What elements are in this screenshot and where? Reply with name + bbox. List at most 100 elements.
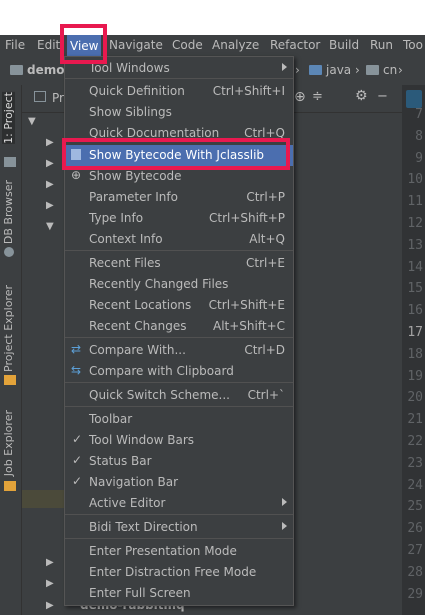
tab-db-browser[interactable]: DB Browser <box>2 180 15 244</box>
menu-item-quick-definition[interactable]: Quick Definition Ctrl+Shift+I <box>65 81 293 102</box>
menu-item-status-bar[interactable]: ✓ Status Bar <box>65 451 293 472</box>
breadcrumb-project[interactable]: demo <box>10 63 64 77</box>
menu-run[interactable]: Run <box>370 38 393 52</box>
menu-item-compare-with-clipboard[interactable]: ⇆ Compare with Clipboard <box>65 361 293 382</box>
tab-project[interactable]: 1: Project <box>2 92 15 144</box>
menu-item-label: Enter Distraction Free Mode <box>89 565 257 579</box>
tree-collapse-icon[interactable]: ▶ <box>46 200 54 211</box>
menu-item-label: Quick Definition <box>89 84 185 98</box>
menu-item-show-siblings[interactable]: Show Siblings <box>65 102 293 123</box>
line-number: 28 <box>407 564 423 580</box>
chevron-right-icon: › <box>355 63 360 77</box>
menu-item-label: Tool Window Bars <box>89 433 195 447</box>
folder-icon <box>366 65 379 75</box>
tree-expand-icon[interactable]: ▼ <box>46 221 54 232</box>
job-explorer-icon <box>4 481 16 491</box>
database-icon <box>4 247 14 257</box>
tree-expand-icon[interactable]: ▼ <box>28 116 36 127</box>
menu-item-shortcut: Ctrl+` <box>247 388 285 402</box>
minimize-icon[interactable]: − <box>377 89 388 104</box>
menu-item-navigation-bar[interactable]: ✓ Navigation Bar <box>65 472 293 493</box>
menu-code[interactable]: Code <box>172 38 203 52</box>
tree-collapse-icon[interactable]: ▶ <box>46 557 54 568</box>
menu-item-recent-files[interactable]: Recent Files Ctrl+E <box>65 253 293 274</box>
menu-item-label: Compare With... <box>89 343 186 357</box>
tree-collapse-icon[interactable]: ▶ <box>46 179 54 190</box>
line-number: 16 <box>407 303 423 319</box>
menu-navigate[interactable]: Navigate <box>109 38 163 52</box>
locate-icon[interactable]: ⊕ <box>294 89 306 105</box>
menu-analyze[interactable]: Analyze <box>212 38 259 52</box>
menu-separator <box>65 406 293 407</box>
menu-item-label: Compare with Clipboard <box>89 364 234 378</box>
menu-item-shortcut: Ctrl+Shift+I <box>212 84 285 98</box>
submenu-arrow-icon <box>282 498 287 506</box>
menu-file[interactable]: File <box>5 38 25 52</box>
tab-job-explorer[interactable]: Job Explorer <box>2 410 15 476</box>
menu-item-active-editor[interactable]: Active Editor <box>65 493 293 514</box>
compare-icon: ⇄ <box>71 342 82 356</box>
menu-item-enter-full-screen[interactable]: Enter Full Screen <box>65 583 293 604</box>
line-numbers: 7 8 9 10 11 12 13 14 15 16 17 18 19 20 21 22 23 24 25 26 27 2… <box>402 0 425 615</box>
menu-item-label: Show Siblings <box>89 105 172 119</box>
line-number: 9 <box>415 150 423 166</box>
menu-item-shortcut: Ctrl+P <box>246 190 285 204</box>
chevron-right-icon: › <box>295 63 300 77</box>
checkmark-icon: ✓ <box>72 474 83 488</box>
menu-separator <box>65 538 293 539</box>
line-number: 27 <box>407 543 423 558</box>
menu-item-recently-changed-files[interactable]: Recently Changed Files <box>65 274 293 295</box>
breadcrumb-cn[interactable]: cn <box>366 63 397 77</box>
project-panel-title[interactable]: Pr <box>52 91 64 105</box>
menu-item-label: Quick Switch Scheme... <box>89 388 230 402</box>
menu-item-shortcut: Ctrl+E <box>246 256 285 270</box>
menu-separator <box>65 382 293 383</box>
tree-collapse-icon[interactable]: ▶ <box>46 578 54 589</box>
menu-item-type-info[interactable]: Type Info Ctrl+Shift+P <box>65 208 293 229</box>
line-number: 23 <box>407 455 423 471</box>
menu-item-tool-window-bars[interactable]: ✓ Tool Window Bars <box>65 430 293 451</box>
menu-item-enter-presentation-mode[interactable]: Enter Presentation Mode <box>65 541 293 562</box>
menu-separator <box>65 514 293 515</box>
menu-item-label: Recent Files <box>89 256 161 270</box>
menu-item-recent-changes[interactable]: Recent Changes Alt+Shift+C <box>65 316 293 337</box>
menu-item-label: Status Bar <box>89 454 152 468</box>
menu-edit[interactable]: Edit <box>37 38 60 52</box>
menu-item-context-info[interactable]: Context Info Alt+Q <box>65 229 293 250</box>
line-number: 13 <box>407 237 423 253</box>
clipboard-compare-icon: ⇆ <box>71 363 82 377</box>
project-explorer-icon <box>4 375 16 385</box>
menu-item-shortcut: Alt+Shift+C <box>212 319 285 333</box>
menu-item-compare-with[interactable]: ⇄ Compare With... Ctrl+D <box>65 340 293 361</box>
menu-item-label: Enter Presentation Mode <box>89 544 237 558</box>
highlight-jclasslib-item <box>62 138 290 170</box>
menu-build[interactable]: Build <box>329 38 359 52</box>
menu-item-toolbar[interactable]: Toolbar <box>65 409 293 430</box>
menu-item-bidi-text-direction[interactable]: Bidi Text Direction <box>65 517 293 538</box>
tree-selected-row[interactable] <box>22 490 67 508</box>
collapse-icon[interactable]: ≑ <box>312 89 323 104</box>
menu-item-label: Toolbar <box>89 412 133 426</box>
menu-item-enter-distraction-free-mode[interactable]: Enter Distraction Free Mode <box>65 562 293 583</box>
line-number: 17 <box>407 325 423 340</box>
folder-icon <box>4 157 16 167</box>
breadcrumb-java[interactable]: java <box>309 63 351 77</box>
menu-item-label: Active Editor <box>89 496 166 510</box>
tree-collapse-icon[interactable]: ▶ <box>46 158 54 169</box>
tree-collapse-icon[interactable]: ▶ <box>46 600 54 611</box>
menu-item-label: Show Bytecode <box>89 169 182 183</box>
checkmark-icon: ✓ <box>72 453 83 467</box>
line-number: 19 <box>407 368 423 384</box>
menu-item-recent-locations[interactable]: Recent Locations Ctrl+Shift+E <box>65 295 293 316</box>
menu-item-label: Recent Locations <box>89 298 192 312</box>
gear-icon[interactable]: ⚙ <box>355 88 368 104</box>
tree-collapse-icon[interactable]: ▶ <box>46 137 54 148</box>
tab-project-explorer[interactable]: Project Explorer <box>2 285 15 372</box>
menu-item-label: Recent Changes <box>89 319 187 333</box>
menu-item-quick-switch-scheme[interactable]: Quick Switch Scheme... Ctrl+` <box>65 385 293 406</box>
menu-refactor[interactable]: Refactor <box>270 38 320 52</box>
menu-item-label: Parameter Info <box>89 190 178 204</box>
menu-item-parameter-info[interactable]: Parameter Info Ctrl+P <box>65 187 293 208</box>
line-number: 15 <box>407 281 423 297</box>
line-number: 20 <box>407 390 423 406</box>
